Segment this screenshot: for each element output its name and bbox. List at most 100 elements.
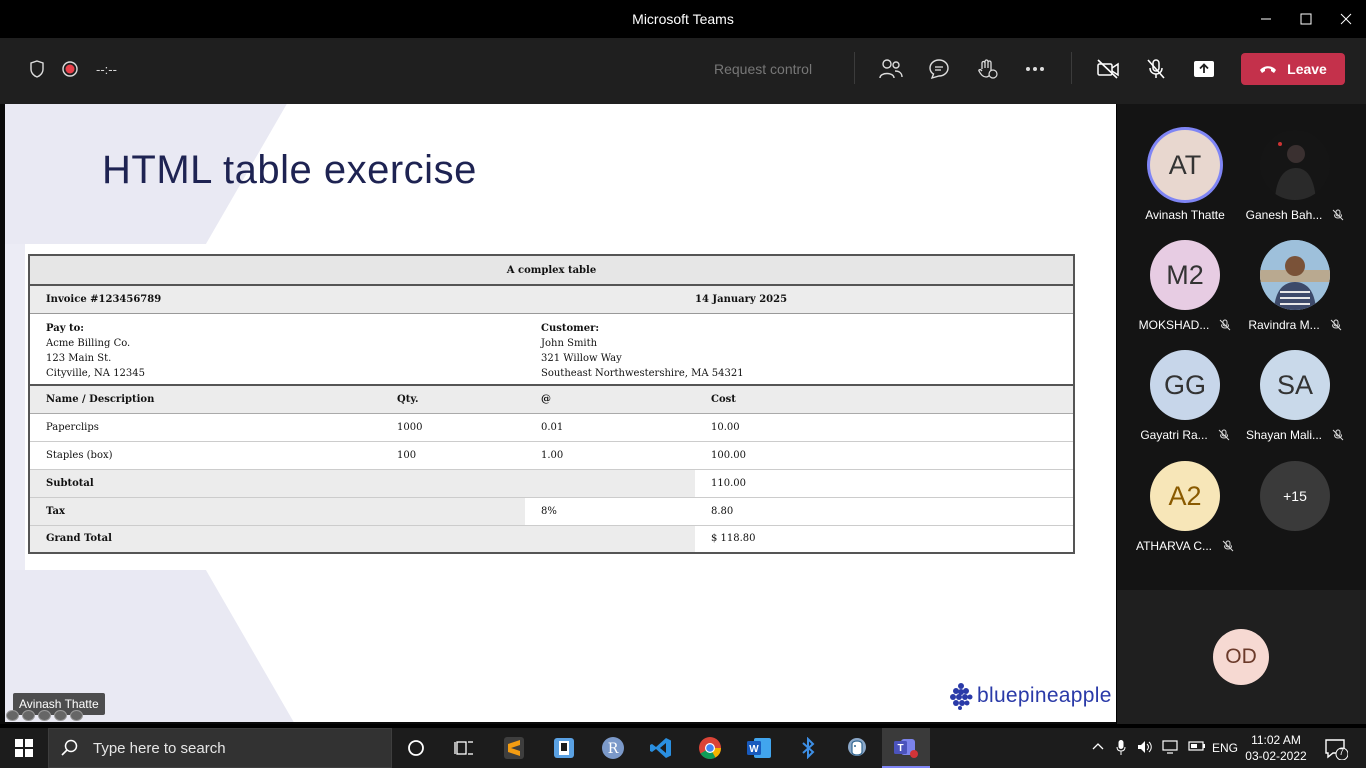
pay-to-line: Cityville, NA 12345 bbox=[46, 367, 145, 379]
mini-control-icon[interactable] bbox=[70, 710, 83, 721]
shared-content-stage: HTML table exercise A complex table Invo… bbox=[0, 104, 1116, 724]
notification-count: 7 bbox=[1339, 747, 1345, 757]
avatar: AT bbox=[1150, 130, 1220, 200]
vscode-icon[interactable] bbox=[637, 728, 685, 768]
mini-control-icon[interactable] bbox=[22, 710, 35, 721]
r-icon[interactable]: R bbox=[589, 728, 637, 768]
recording-icon[interactable] bbox=[54, 53, 86, 85]
cortana-icon[interactable] bbox=[392, 728, 440, 768]
participants-gallery: AT Avinash Thatte Ganesh Bah... M2 MOKSH… bbox=[1117, 104, 1366, 590]
grand-total-label: Grand Total bbox=[29, 524, 695, 554]
more-options-icon[interactable] bbox=[1019, 53, 1051, 85]
participants-icon[interactable] bbox=[875, 53, 907, 85]
pay-to-block: Pay to: Acme Billing Co. 123 Main St. Ci… bbox=[29, 313, 525, 386]
meeting-timer: --:-- bbox=[96, 62, 117, 77]
minimize-button[interactable] bbox=[1246, 0, 1286, 38]
close-button[interactable] bbox=[1326, 0, 1366, 38]
postgres-icon[interactable] bbox=[833, 728, 881, 768]
overflow-count[interactable]: +15 bbox=[1260, 461, 1330, 531]
customer-line: 321 Willow Way bbox=[541, 352, 622, 364]
meeting-toolbar: --:-- Request control Leave bbox=[0, 38, 1366, 104]
mic-muted-icon bbox=[1333, 209, 1344, 221]
app-icon[interactable] bbox=[540, 728, 588, 768]
network-icon[interactable] bbox=[1162, 740, 1180, 757]
start-button[interactable] bbox=[0, 728, 48, 768]
self-avatar[interactable]: OD bbox=[1213, 629, 1269, 685]
action-center-icon[interactable]: 7 bbox=[1324, 738, 1349, 763]
mini-control-icon[interactable] bbox=[54, 710, 67, 721]
table-caption: A complex table bbox=[28, 254, 1075, 286]
minimize-icon bbox=[1261, 18, 1271, 20]
participant-tile[interactable]: Ravindra M... bbox=[1240, 240, 1350, 332]
pay-to-label: Pay to: bbox=[46, 322, 85, 334]
participant-tile[interactable]: M2 MOKSHAD... bbox=[1130, 240, 1240, 332]
separator bbox=[854, 52, 855, 84]
request-control-button[interactable]: Request control bbox=[714, 61, 812, 77]
pay-to-line: 123 Main St. bbox=[46, 352, 112, 364]
grand-total-value: $ 118.80 bbox=[695, 524, 1074, 554]
clock-date: 03-02-2022 bbox=[1245, 749, 1307, 763]
presentation-slide: HTML table exercise A complex table Invo… bbox=[5, 104, 1116, 722]
column-header: @ bbox=[525, 385, 695, 414]
raise-hand-icon[interactable] bbox=[971, 53, 1003, 85]
search-icon bbox=[61, 739, 78, 756]
chrome-icon[interactable] bbox=[686, 728, 734, 768]
participant-tile[interactable]: Ganesh Bah... bbox=[1240, 130, 1350, 222]
shield-icon[interactable] bbox=[21, 53, 53, 85]
self-view-area: OD bbox=[1117, 590, 1366, 724]
title-bar: Microsoft Teams bbox=[0, 0, 1366, 38]
show-hidden-icons[interactable] bbox=[1092, 740, 1104, 754]
participant-tile[interactable]: A2 ATHARVA C... bbox=[1130, 461, 1240, 553]
input-language[interactable]: ENG bbox=[1212, 741, 1238, 755]
invoice-table: A complex table Invoice #123456789 14 Ja… bbox=[28, 254, 1075, 554]
taskbar-search-box[interactable]: Type here to search bbox=[48, 728, 392, 768]
bluetooth-icon[interactable] bbox=[784, 728, 832, 768]
word-icon[interactable]: W bbox=[735, 728, 783, 768]
bluepineapple-logo: bluepineapple bbox=[949, 682, 1112, 710]
separator bbox=[1071, 52, 1072, 84]
mini-control-icon[interactable] bbox=[38, 710, 51, 721]
system-clock[interactable]: 11:02 AM 03-02-2022 bbox=[1244, 732, 1308, 764]
subtotal-value: 110.00 bbox=[695, 469, 1074, 498]
mic-off-icon[interactable] bbox=[1140, 53, 1172, 85]
table-cell: 100.00 bbox=[695, 441, 1074, 470]
participant-tile[interactable]: AT Avinash Thatte bbox=[1130, 130, 1240, 222]
mic-muted-icon bbox=[1218, 429, 1230, 441]
mini-control-icon[interactable] bbox=[6, 710, 19, 721]
avatar: M2 bbox=[1150, 240, 1220, 310]
table-cell: 100 bbox=[381, 441, 525, 470]
stage-mini-controls[interactable] bbox=[6, 710, 83, 721]
column-header: Qty. bbox=[381, 385, 525, 414]
pay-to-line: Acme Billing Co. bbox=[46, 337, 131, 349]
task-view-icon[interactable] bbox=[440, 728, 488, 768]
grand-total-row: Grand Total $ 118.80 bbox=[29, 524, 1074, 554]
subtotal-row: Subtotal 110.00 bbox=[29, 469, 1074, 498]
customer-line: Southeast Northwestershire, MA 54321 bbox=[541, 367, 744, 379]
tax-label: Tax bbox=[29, 497, 525, 526]
more-participants-tile[interactable]: +15 bbox=[1240, 461, 1350, 531]
column-header: Name / Description bbox=[29, 385, 381, 414]
phone-hangup-icon bbox=[1260, 66, 1277, 73]
participant-tile[interactable]: SA Shayan Mali... bbox=[1240, 350, 1350, 442]
mic-muted-icon bbox=[1222, 540, 1234, 552]
table-cell: 1.00 bbox=[525, 441, 695, 470]
svg-text:R: R bbox=[608, 741, 619, 757]
battery-icon[interactable] bbox=[1188, 740, 1206, 755]
maximize-button[interactable] bbox=[1286, 0, 1326, 38]
mic-muted-icon bbox=[1219, 319, 1231, 331]
microphone-tray-icon[interactable] bbox=[1116, 740, 1126, 759]
teams-icon[interactable]: T bbox=[882, 728, 930, 768]
avatar: A2 bbox=[1150, 461, 1220, 531]
volume-icon[interactable] bbox=[1137, 740, 1153, 757]
leave-label: Leave bbox=[1287, 61, 1327, 77]
avatar-photo bbox=[1260, 240, 1330, 310]
camera-off-icon[interactable] bbox=[1092, 53, 1124, 85]
customer-line: John Smith bbox=[541, 337, 598, 349]
chat-icon[interactable] bbox=[923, 53, 955, 85]
leave-button[interactable]: Leave bbox=[1241, 53, 1345, 85]
customer-block: Customer: John Smith 321 Willow Way Sout… bbox=[525, 313, 1074, 386]
search-placeholder: Type here to search bbox=[93, 739, 226, 757]
share-screen-icon[interactable] bbox=[1188, 53, 1220, 85]
participant-tile[interactable]: GG Gayatri Ra... bbox=[1130, 350, 1240, 442]
sublime-text-icon[interactable] bbox=[490, 728, 538, 768]
